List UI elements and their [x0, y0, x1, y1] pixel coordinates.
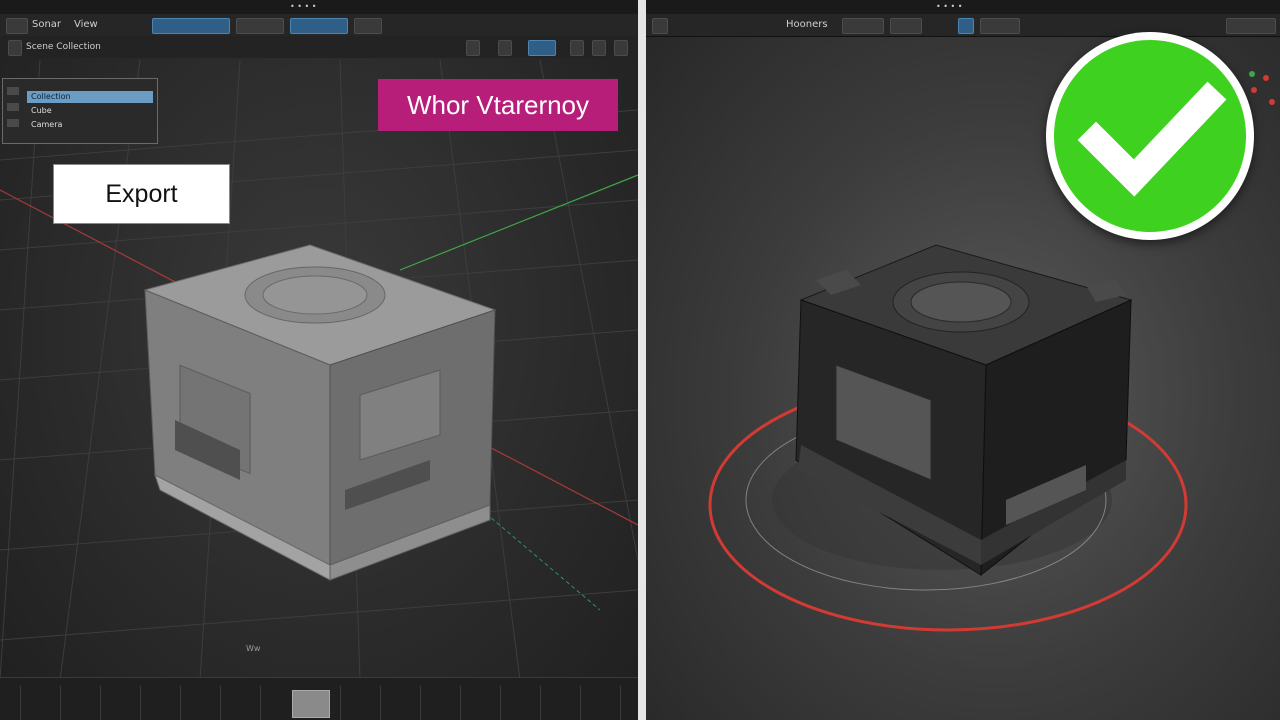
timeline-tick	[180, 686, 181, 720]
viewport-header-bar: Scene Collection	[0, 36, 638, 58]
right-viewport-panel: • • • • Hooners	[646, 0, 1280, 720]
textured-crate-model[interactable]	[786, 240, 1136, 585]
outliner-row-collection[interactable]: Collection	[27, 91, 153, 103]
success-badge-fill	[1054, 40, 1246, 232]
axis-gizmo[interactable]	[1246, 66, 1280, 116]
top-menu-dots: • • • •	[290, 2, 317, 11]
panel-divider	[638, 0, 646, 720]
editor-type-button[interactable]	[6, 18, 28, 34]
outliner-panel: Collection Cube Camera	[2, 78, 158, 144]
timeline-tick	[500, 686, 501, 720]
toolbar-item-view[interactable]: View	[74, 18, 98, 32]
timeline-bar[interactable]	[0, 677, 638, 720]
timeline-tick	[420, 686, 421, 720]
timeline-tick	[460, 686, 461, 720]
camera-view-icon[interactable]	[466, 40, 480, 56]
outliner-icon	[7, 103, 19, 111]
collection-icon	[8, 40, 22, 56]
timeline-tick	[60, 686, 61, 720]
shading-solid-icon[interactable]	[570, 40, 584, 56]
left-viewport-panel: • • • • Sonar View Scene Collection Coll…	[0, 0, 638, 720]
timeline-tick	[340, 686, 341, 720]
banner-label: Whor Vtarernoy	[378, 79, 618, 131]
shading-render-icon[interactable]	[614, 40, 628, 56]
scene-collection-label: Scene Collection	[26, 42, 101, 52]
timeline-tick	[140, 686, 141, 720]
timeline-tick	[540, 686, 541, 720]
export-label[interactable]: Export	[53, 164, 230, 224]
checkmark-icon	[1077, 81, 1227, 197]
outliner-row-cube[interactable]: Cube	[27, 105, 52, 117]
timeline-tick	[380, 686, 381, 720]
toolbar-item-sonar[interactable]: Sonar	[32, 18, 61, 32]
header-toolbar: Sonar View	[0, 14, 638, 37]
overlay-toggle-icon[interactable]	[528, 40, 556, 56]
success-badge	[1046, 32, 1254, 240]
outliner-icon	[7, 119, 19, 127]
pivot-dropdown[interactable]	[236, 18, 284, 34]
outliner-row-camera[interactable]: Camera	[27, 119, 62, 131]
proportional-edit-button[interactable]	[354, 18, 382, 34]
untextured-crate-model[interactable]	[130, 235, 510, 585]
snap-toggle-group[interactable]	[290, 18, 348, 34]
viewport-caption: Ww	[246, 644, 261, 653]
timeline-playhead-handle[interactable]	[292, 690, 330, 718]
timeline-tick	[580, 686, 581, 720]
timeline-tick	[220, 686, 221, 720]
top-menu-bar: • • • •	[0, 0, 638, 15]
timeline-tick	[620, 686, 621, 720]
timeline-tick	[100, 686, 101, 720]
outliner-icon	[7, 87, 19, 95]
transform-mode-group[interactable]	[152, 18, 230, 34]
timeline-tick	[20, 686, 21, 720]
timeline-tick	[260, 686, 261, 720]
grid-view-icon[interactable]	[498, 40, 512, 56]
shading-material-icon[interactable]	[592, 40, 606, 56]
